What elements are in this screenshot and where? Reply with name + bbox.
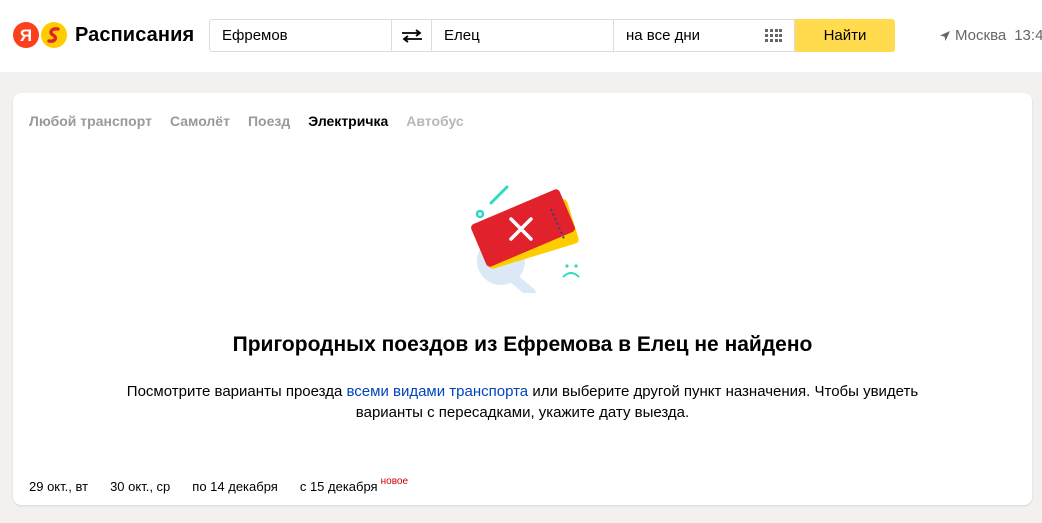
date-tab-label: с 15 декабря [299, 479, 378, 494]
results-card: Любой транспорт Самолёт Поезд Электричка… [13, 93, 1032, 505]
location-time: 13:4 [1014, 27, 1042, 44]
date-tab[interactable]: с 15 декабря новое [299, 476, 409, 505]
all-transport-link[interactable]: всеми видами транспорта [346, 383, 528, 400]
date-tab-label: 29 окт., вт [29, 479, 89, 494]
from-field[interactable]: Ефремов [209, 19, 392, 52]
to-field[interactable]: Елец [431, 19, 614, 52]
date-tab[interactable]: 30 окт., ср [110, 479, 170, 505]
location[interactable]: Москва 13:4 [940, 27, 1042, 44]
schedules-logo-icon [41, 22, 67, 48]
date-tab-active[interactable]: по 14 декабря [192, 479, 278, 505]
swap-button[interactable] [392, 19, 431, 52]
logo[interactable]: Я Расписания [13, 22, 194, 48]
yandex-logo-icon: Я [13, 22, 39, 48]
location-city: Москва [955, 27, 1007, 44]
location-arrow-icon [940, 30, 950, 41]
empty-state-title: Пригородных поездов из Ефремова в Елец н… [232, 333, 813, 356]
swap-arrows-icon [401, 28, 422, 43]
logo-letter: Я [20, 26, 32, 45]
new-badge: новое [380, 476, 409, 487]
logo-text: Расписания [75, 23, 195, 46]
tab-plane[interactable]: Самолёт [170, 113, 230, 129]
tab-bus: Автобус [406, 113, 464, 129]
transport-tabs: Любой транспорт Самолёт Поезд Электричка… [29, 113, 482, 129]
header: Я Расписания Ефремов Елец на все дни Най… [0, 0, 1042, 72]
date-field-value: на все дни [626, 27, 701, 44]
tab-train[interactable]: Поезд [248, 113, 290, 129]
tab-any-transport[interactable]: Любой транспорт [29, 113, 152, 129]
date-tabs: 29 окт., вт 30 окт., ср по 14 декабря с … [29, 476, 430, 505]
date-field[interactable]: на все дни [614, 19, 795, 52]
search-form: Ефремов Елец на все дни Найти [209, 19, 895, 52]
date-tab-label: по 14 декабря [192, 479, 278, 494]
desc-text-before: Посмотрите варианты проезда [126, 383, 347, 400]
find-button[interactable]: Найти [795, 19, 895, 52]
date-tab-label: 30 окт., ср [110, 479, 171, 494]
no-results-illustration-icon [471, 185, 580, 293]
tab-suburban[interactable]: Электричка [308, 113, 388, 129]
empty-state-description: Посмотрите варианты проезда всеми видами… [113, 381, 932, 423]
date-tab[interactable]: 29 окт., вт [29, 479, 88, 505]
calendar-icon[interactable] [765, 29, 782, 43]
